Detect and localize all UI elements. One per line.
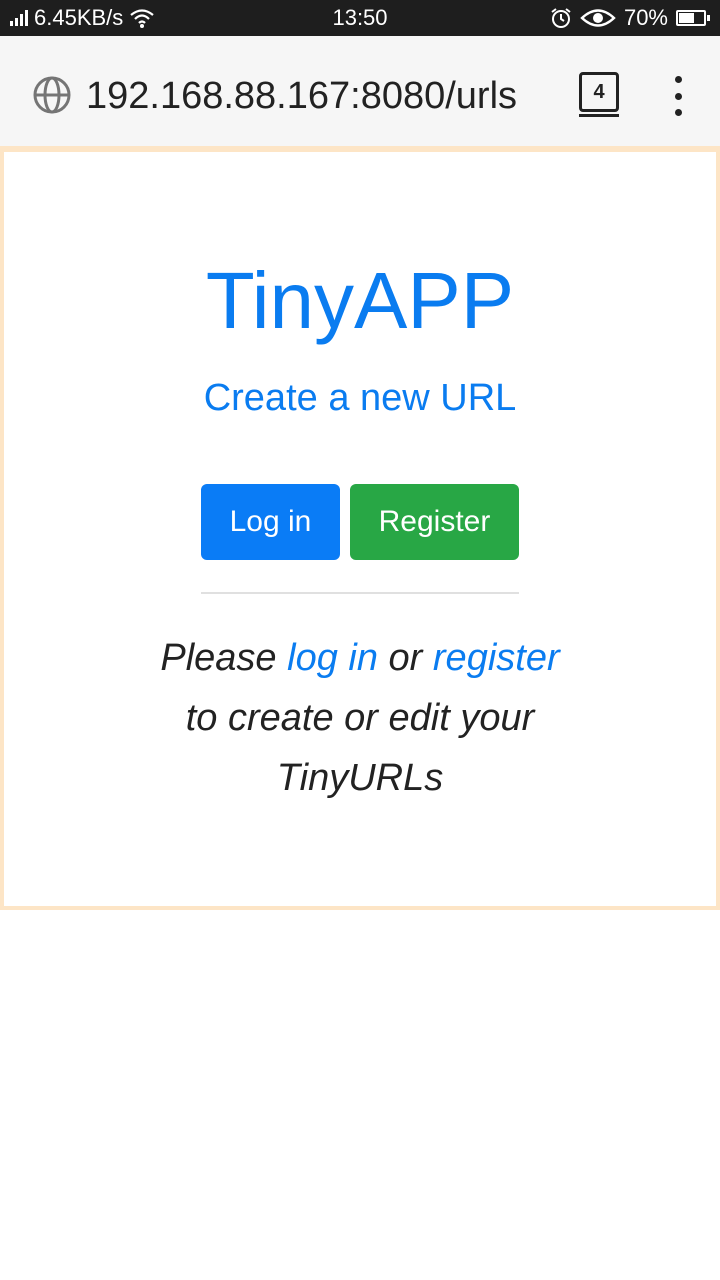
create-url-link[interactable]: Create a new URL (4, 376, 716, 420)
more-menu-icon[interactable] (668, 76, 688, 116)
globe-icon (33, 76, 71, 114)
status-right: 70% (550, 0, 710, 36)
battery-level (679, 13, 694, 23)
alarm-icon (551, 8, 571, 28)
battery-percent: 70% (623, 5, 668, 30)
battery-icon (676, 10, 710, 26)
message-please: Please (160, 637, 277, 679)
status-bar: 6.45KB/s 13:50 70% (0, 0, 720, 36)
page-frame: TinyAPP Create a new URL Log in Register… (0, 146, 720, 910)
register-button[interactable]: Register (350, 484, 519, 560)
page-title: TinyAPP (205, 256, 515, 345)
status-time: 13:50 (332, 5, 388, 30)
inline-register-link[interactable]: register (433, 637, 560, 679)
message-or: or (388, 637, 423, 679)
message-line2: to create or edit your (185, 697, 535, 739)
eye-icon (580, 9, 616, 27)
inline-login-link[interactable]: log in (287, 637, 378, 679)
tabs-icon[interactable]: 4 (579, 72, 619, 112)
browser-url-bar: 192.168.88.167:8080/urls 4 (0, 36, 720, 146)
login-prompt: Please log in or register to create or e… (4, 628, 716, 808)
message-line3: TinyURLs (276, 757, 444, 799)
address-field[interactable]: 192.168.88.167:8080/urls (86, 66, 517, 126)
divider (201, 592, 519, 594)
tabs-underline (579, 114, 619, 117)
login-button[interactable]: Log in (201, 484, 340, 560)
